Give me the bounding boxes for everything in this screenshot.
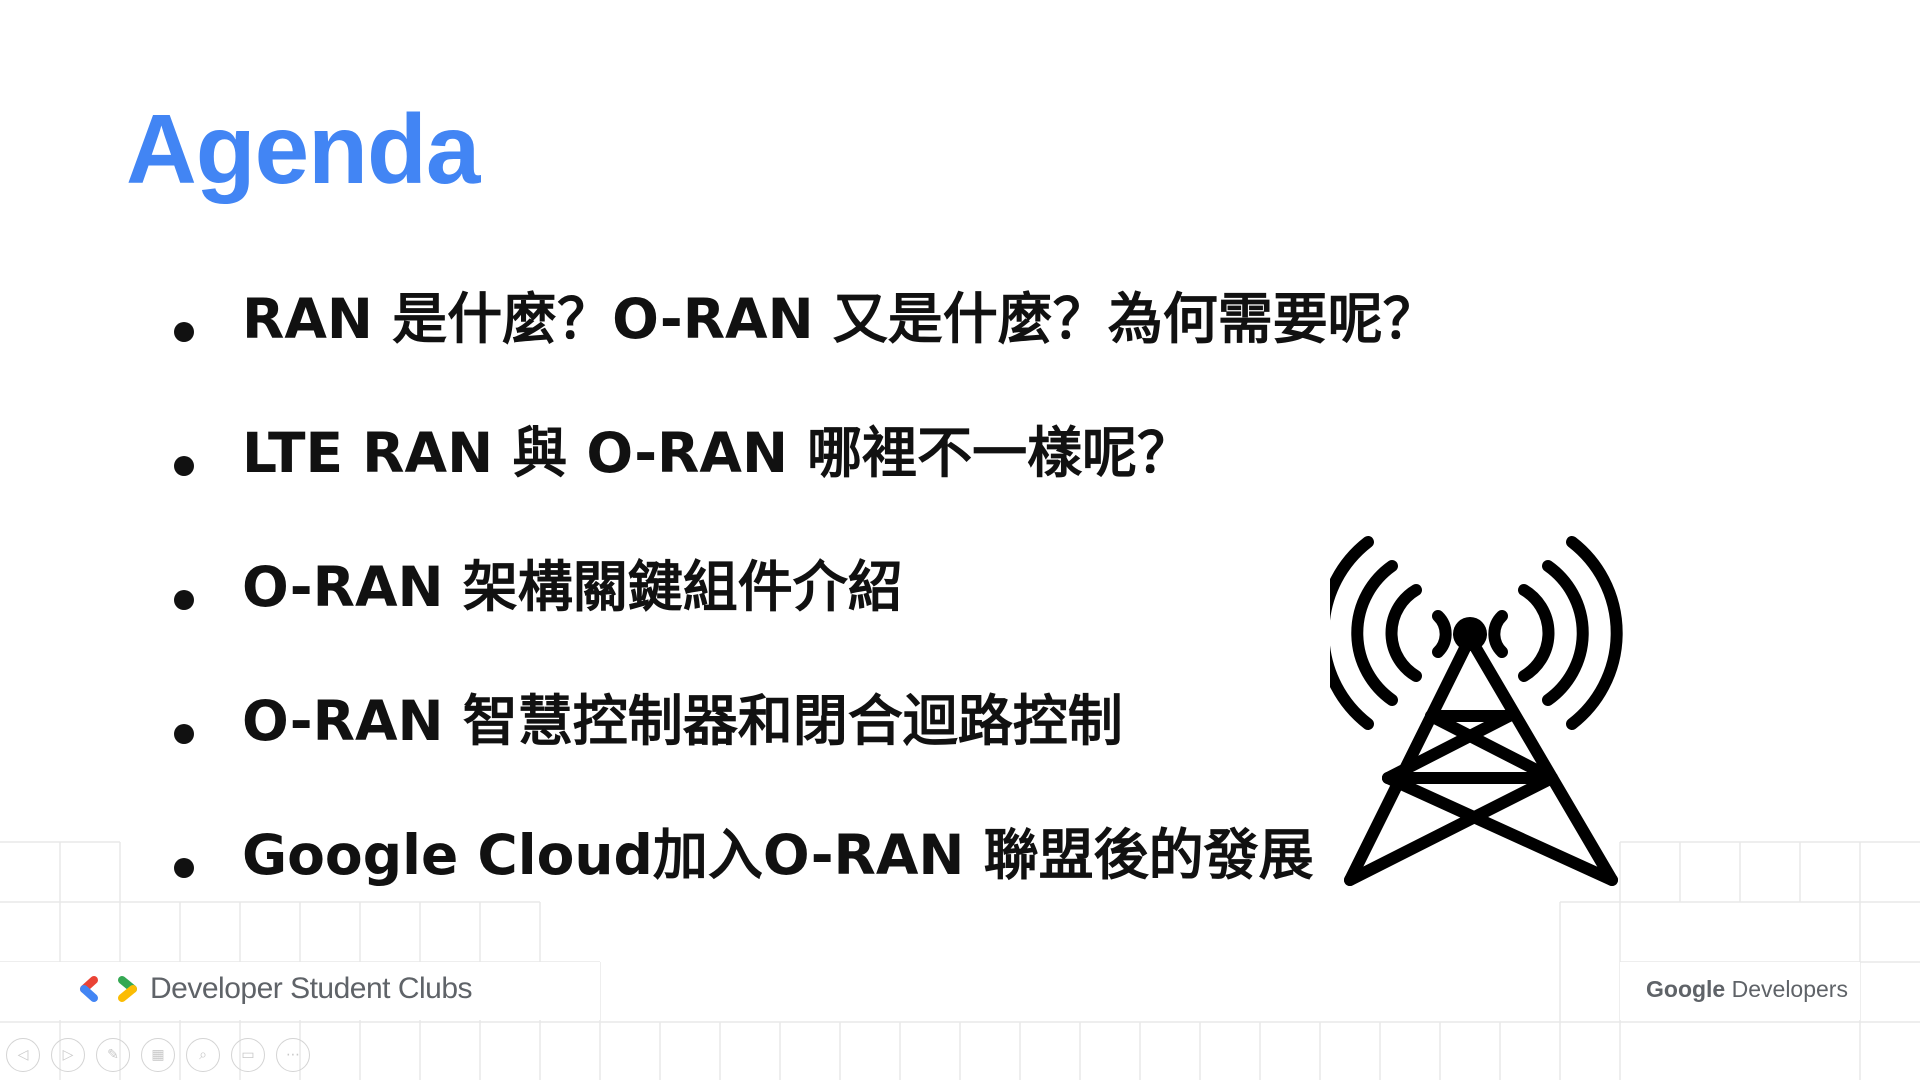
previous-icon: ◁: [17, 1047, 29, 1063]
subtitles-icon: ▭: [241, 1047, 255, 1063]
slides-overview-button[interactable]: ▦: [141, 1038, 175, 1072]
next-icon: ▷: [62, 1047, 74, 1063]
pen-tool-button[interactable]: ✎: [96, 1038, 130, 1072]
developers-brand-text: Developers: [1731, 976, 1848, 1002]
agenda-item: O-RAN 架構關鍵組件介紹: [168, 552, 1438, 686]
google-brand-text: Google: [1646, 976, 1726, 1002]
more-options-button[interactable]: ⋯: [276, 1038, 310, 1072]
agenda-item-text: Google Cloud加入O-RAN 聯盟後的發展: [242, 823, 1314, 887]
subtitles-button[interactable]: ▭: [231, 1038, 265, 1072]
next-slide-button[interactable]: ▷: [51, 1038, 85, 1072]
agenda-item: LTE RAN 與 O-RAN 哪裡不一樣呢？: [168, 418, 1438, 552]
slide-title: Agenda: [126, 94, 480, 204]
agenda-item: Google Cloud加入O-RAN 聯盟後的發展: [168, 820, 1438, 954]
agenda-item-text: O-RAN 架構關鍵組件介紹: [242, 555, 903, 619]
presentation-controls: ◁ ▷ ✎ ▦ ⌕ ▭ ⋯: [6, 1038, 310, 1072]
agenda-item-text: RAN 是什麼？O-RAN 又是什麼？為何需要呢？: [242, 287, 1438, 351]
agenda-item: O-RAN 智慧控制器和閉合迴路控制: [168, 686, 1438, 820]
dsc-brand: Developer Student Clubs: [78, 972, 473, 1006]
more-icon: ⋯: [286, 1047, 300, 1063]
zoom-button[interactable]: ⌕: [186, 1038, 220, 1072]
agenda-item: RAN 是什麼？O-RAN 又是什麼？為何需要呢？: [168, 284, 1438, 418]
agenda-item-text: LTE RAN 與 O-RAN 哪裡不一樣呢？: [242, 421, 1193, 485]
bullet-icon: [174, 590, 194, 610]
grid-icon: ▦: [151, 1047, 165, 1063]
dsc-brand-text: Developer Student Clubs: [150, 972, 473, 1005]
agenda-item-text: O-RAN 智慧控制器和閉合迴路控制: [242, 689, 1123, 753]
bullet-icon: [174, 858, 194, 878]
magnifier-icon: ⌕: [199, 1047, 207, 1063]
cell-tower-icon: [1330, 536, 1623, 886]
bullet-icon: [174, 724, 194, 744]
agenda-list: RAN 是什麼？O-RAN 又是什麼？為何需要呢？ LTE RAN 與 O-RA…: [168, 284, 1438, 954]
bullet-icon: [174, 322, 194, 342]
dsc-logo-icon: [80, 976, 137, 1002]
previous-slide-button[interactable]: ◁: [6, 1038, 40, 1072]
google-developers-brand: Google Developers: [1646, 976, 1848, 1003]
pen-icon: ✎: [107, 1047, 119, 1063]
bullet-icon: [174, 456, 194, 476]
